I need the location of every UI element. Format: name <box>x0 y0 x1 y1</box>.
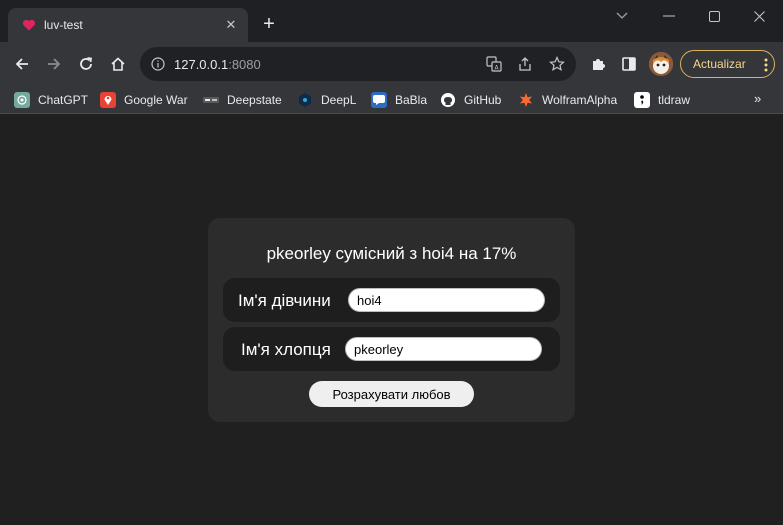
bookmark-tldraw[interactable]: tldraw <box>634 91 690 109</box>
girl-name-label: Ім'я дівчини <box>238 291 331 310</box>
kebab-menu-icon[interactable] <box>764 57 768 73</box>
home-button[interactable] <box>106 52 130 76</box>
bookmark-google-war[interactable]: Google War <box>100 91 188 109</box>
tab-title: luv-test <box>44 18 83 32</box>
deepstate-icon <box>203 92 219 108</box>
reload-icon <box>80 57 93 70</box>
love-calculator-card: pkeorley сумісний з hoi4 на 17% Ім'я дів… <box>208 218 575 422</box>
tab-luv-test[interactable]: luv-test ✕ <box>8 8 248 42</box>
tab-strip: luv-test ✕ + <box>0 0 783 42</box>
new-tab-button[interactable]: + <box>258 13 280 35</box>
girl-name-input[interactable] <box>348 288 545 312</box>
side-panel-button[interactable] <box>617 52 641 76</box>
back-button[interactable] <box>10 52 34 76</box>
maximize-icon[interactable] <box>704 6 724 26</box>
star-icon[interactable] <box>548 55 566 73</box>
browser-toolbar: 127.0.0.1:8080 A Actualizar <box>0 42 783 86</box>
puzzle-icon <box>593 59 605 70</box>
girl-name-row: Ім'я дівчини <box>223 278 560 322</box>
tab-search-icon[interactable] <box>612 6 632 26</box>
url-text: 127.0.0.1:8080 <box>174 57 261 72</box>
deepl-icon <box>297 92 313 108</box>
heart-icon <box>22 18 36 32</box>
babla-icon <box>371 92 387 108</box>
chatgpt-icon <box>14 92 30 108</box>
close-icon[interactable]: ✕ <box>222 16 240 34</box>
bookmarks-bar: ChatGPT Google War Deepstate DeepL BaBla… <box>0 86 783 114</box>
github-icon <box>440 92 456 108</box>
side-panel-icon <box>622 57 636 71</box>
update-button[interactable]: Actualizar <box>680 50 775 78</box>
minimize-icon[interactable] <box>659 6 679 26</box>
bookmark-deepl[interactable]: DeepL <box>297 91 356 109</box>
tldraw-icon <box>634 92 650 108</box>
arrow-left-icon <box>15 58 28 70</box>
bookmark-chatgpt[interactable]: ChatGPT <box>14 91 88 109</box>
profile-avatar[interactable] <box>649 52 673 76</box>
map-pin-icon <box>100 92 116 108</box>
share-icon[interactable] <box>516 55 534 73</box>
boy-name-input[interactable] <box>345 337 542 361</box>
bookmark-babla[interactable]: BaBla <box>371 91 427 109</box>
forward-button[interactable] <box>42 52 66 76</box>
translate-icon[interactable]: A <box>485 55 503 73</box>
info-icon[interactable] <box>149 55 167 73</box>
wolfram-icon <box>518 92 534 108</box>
chevron-double-right-icon[interactable]: » <box>754 91 761 106</box>
result-text: pkeorley сумісний з hoi4 на 17% <box>266 244 517 263</box>
address-bar[interactable]: 127.0.0.1:8080 A <box>140 47 576 81</box>
home-icon <box>111 57 125 71</box>
boy-name-label: Ім'я хлопця <box>241 340 331 359</box>
bookmark-deepstate[interactable]: Deepstate <box>203 91 282 109</box>
bookmark-github[interactable]: GitHub <box>440 91 501 109</box>
extensions-button[interactable] <box>586 52 610 76</box>
bookmark-wolframalpha[interactable]: WolframAlpha <box>518 91 617 109</box>
calculate-love-button[interactable]: Розрахувати любов <box>309 381 474 407</box>
reload-button[interactable] <box>74 52 98 76</box>
arrow-right-icon <box>48 58 61 70</box>
cat-avatar-icon <box>649 52 673 76</box>
close-window-icon[interactable] <box>749 6 769 26</box>
boy-name-row: Ім'я хлопця <box>223 327 560 371</box>
